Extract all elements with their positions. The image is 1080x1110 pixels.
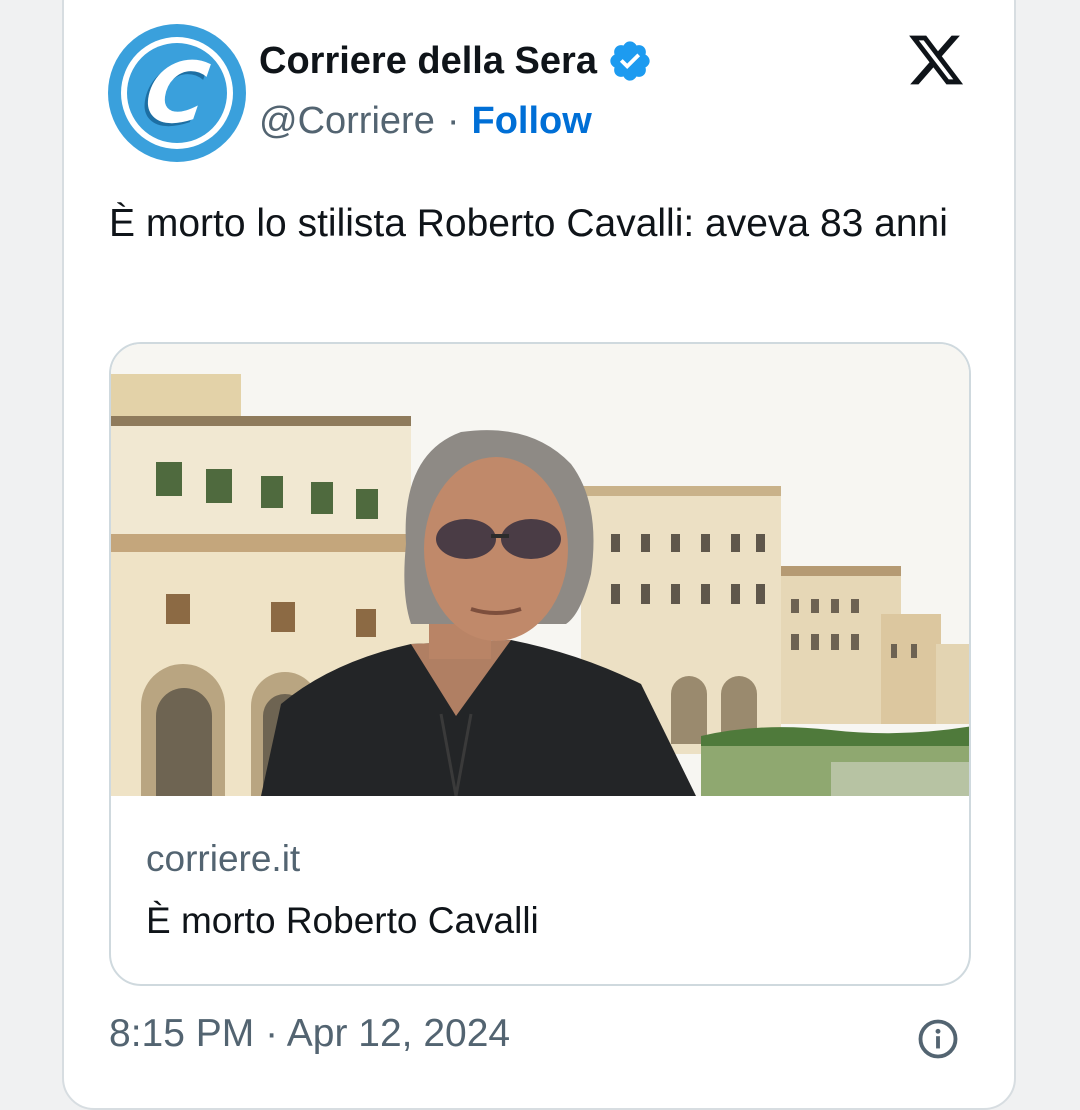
x-logo-icon[interactable] (905, 30, 967, 90)
tweet-timestamp[interactable]: 8:15 PM · Apr 12, 2024 (109, 1012, 510, 1056)
tweet-text: È morto lo stilista Roberto Cavalli: ave… (109, 202, 948, 245)
link-domain: corriere.it (146, 838, 301, 879)
link-preview-card[interactable]: corriere.it È morto Roberto Cavalli (109, 342, 971, 986)
article-photo[interactable] (111, 344, 971, 796)
avatar-logo-letter: C (139, 44, 215, 142)
handle-row: @Corriere · Follow (259, 100, 592, 143)
follow-button[interactable]: Follow (471, 100, 591, 143)
avatar[interactable]: C (108, 24, 246, 162)
info-icon[interactable] (917, 1018, 959, 1060)
display-name[interactable]: Corriere della Sera (259, 40, 597, 83)
verified-badge-icon (610, 41, 650, 81)
author-name-row: Corriere della Sera (259, 38, 653, 84)
link-title: È morto Roberto Cavalli (146, 900, 539, 941)
account-handle[interactable]: @Corriere (259, 100, 435, 143)
separator-dot: · (446, 100, 460, 142)
